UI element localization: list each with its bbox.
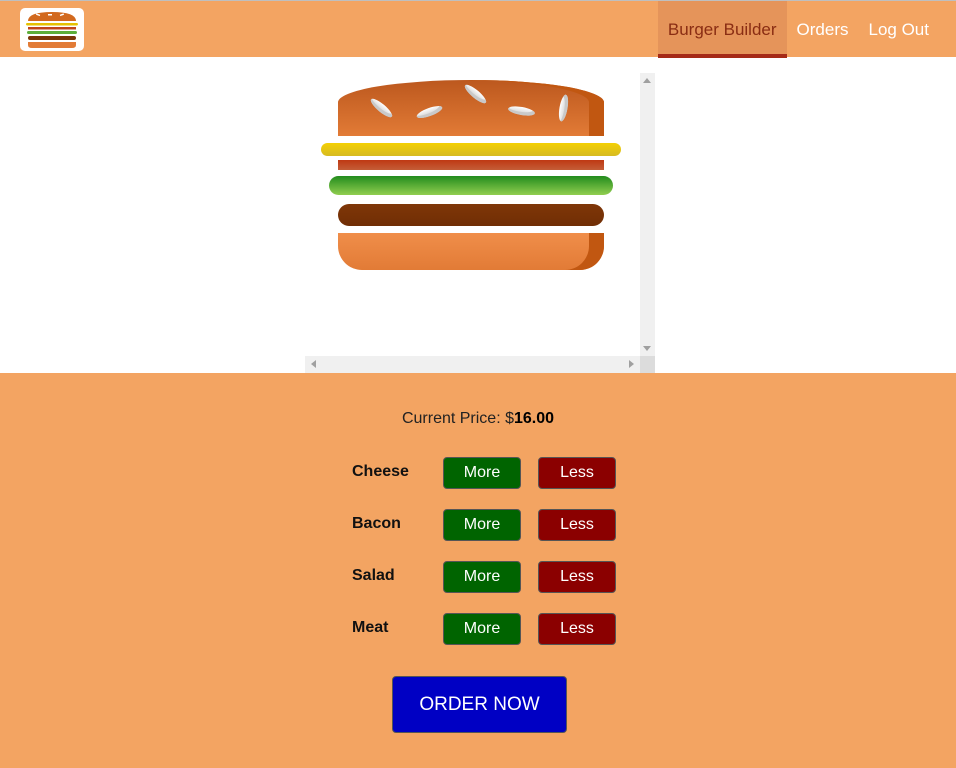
nav-burger-builder[interactable]: Burger Builder [657, 1, 787, 58]
horizontal-scrollbar[interactable] [305, 356, 640, 373]
seed [368, 96, 395, 120]
burger-logo-icon[interactable] [20, 8, 84, 51]
less-cheese-button[interactable]: Less [538, 457, 616, 489]
price-label: Current Price: $ [401, 410, 514, 427]
toolbar: Burger Builder Orders Log Out [0, 0, 956, 58]
bacon-layer [338, 160, 604, 170]
control-label: Salad [352, 567, 395, 584]
control-label: Bacon [352, 515, 401, 532]
burger-canvas [305, 73, 640, 356]
seed [415, 103, 444, 121]
current-price: Current Price: $16.00 [0, 410, 956, 428]
meat-layer [338, 204, 604, 226]
less-salad-button[interactable]: Less [538, 561, 616, 593]
seed [557, 94, 570, 122]
scroll-down-icon[interactable] [643, 346, 651, 351]
scrollbar-corner [640, 356, 655, 373]
more-salad-button[interactable]: More [443, 561, 521, 593]
burger-preview [305, 73, 655, 373]
scroll-up-icon[interactable] [643, 78, 651, 83]
seed [462, 82, 489, 106]
price-value: 16.00 [514, 410, 555, 427]
salad-layer [329, 176, 613, 195]
build-controls: Current Price: $16.00 Cheese More Less B… [0, 373, 956, 768]
control-label: Cheese [352, 463, 409, 480]
bread-top [338, 80, 604, 136]
cheese-layer [321, 143, 621, 156]
seed [507, 104, 536, 118]
control-label: Meat [352, 619, 389, 636]
order-now-button[interactable]: ORDER NOW [392, 676, 567, 733]
vertical-scrollbar[interactable] [640, 73, 655, 356]
more-cheese-button[interactable]: More [443, 457, 521, 489]
more-meat-button[interactable]: More [443, 613, 521, 645]
more-bacon-button[interactable]: More [443, 509, 521, 541]
nav-log-out[interactable]: Log Out [859, 1, 940, 58]
scroll-right-icon[interactable] [629, 360, 634, 368]
bread-bottom [338, 233, 604, 270]
nav-orders[interactable]: Orders [787, 1, 859, 58]
main-nav: Burger Builder Orders Log Out [657, 1, 940, 58]
scroll-left-icon[interactable] [311, 360, 316, 368]
less-bacon-button[interactable]: Less [538, 509, 616, 541]
less-meat-button[interactable]: Less [538, 613, 616, 645]
